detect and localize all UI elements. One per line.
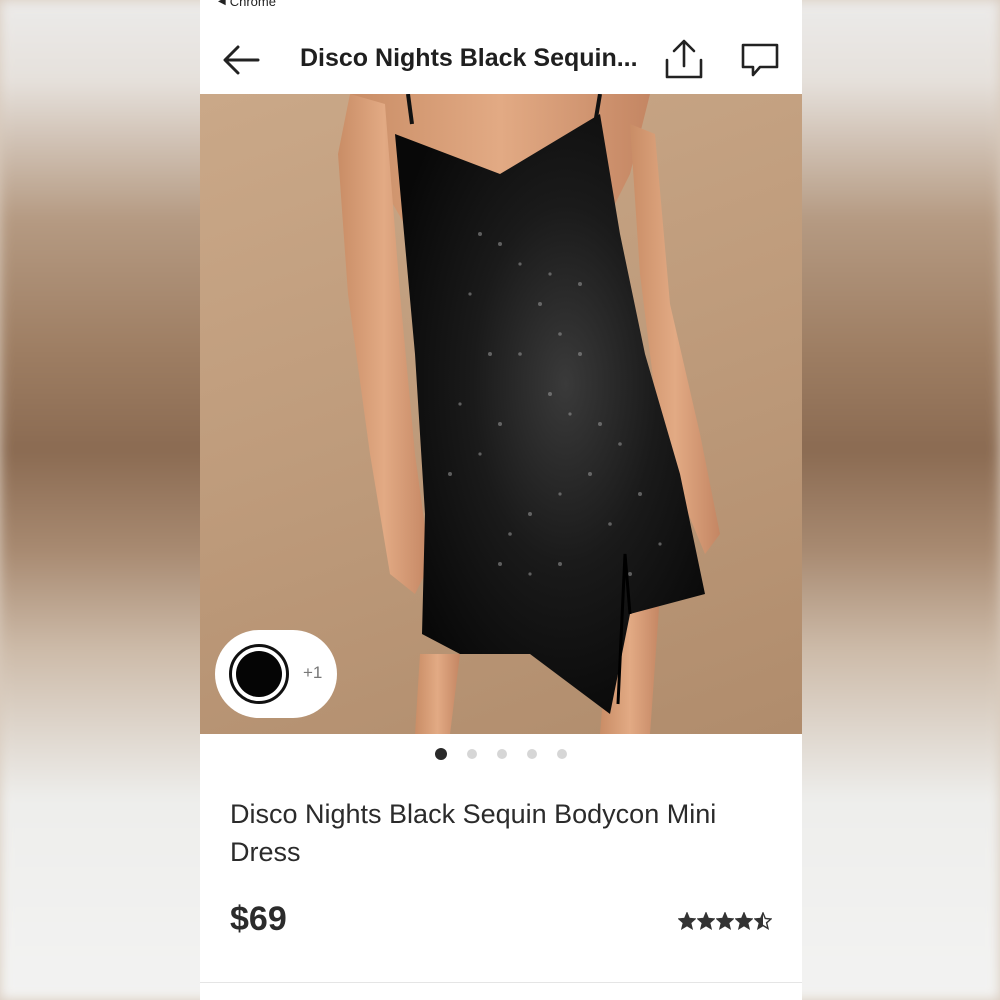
rating-stars[interactable] [678, 912, 774, 934]
star-icon [754, 912, 772, 930]
status-bar: ◀ Chrome [218, 0, 276, 10]
comment-icon [741, 43, 779, 77]
status-app-label[interactable]: Chrome [230, 0, 276, 9]
product-image[interactable]: +1 [200, 94, 802, 734]
back-to-app-icon[interactable]: ◀ [218, 0, 226, 7]
back-button[interactable] [222, 42, 262, 78]
gallery-dot[interactable] [435, 748, 447, 760]
gallery-pagination [200, 748, 802, 763]
back-arrow-icon [223, 45, 260, 75]
color-swatch-fill [236, 651, 282, 697]
top-bar: Disco Nights Black Sequin... [200, 30, 802, 92]
color-selector[interactable]: +1 [215, 630, 337, 718]
share-button[interactable] [664, 38, 704, 80]
gallery-dot[interactable] [527, 749, 537, 759]
star-icon [716, 912, 734, 930]
page-title: Disco Nights Black Sequin... [300, 44, 638, 72]
product-title: Disco Nights Black Sequin Bodycon Mini D… [230, 799, 717, 867]
gallery-dot[interactable] [557, 749, 567, 759]
product-price: $69 [230, 900, 287, 938]
star-icon [678, 912, 696, 930]
more-colors-count[interactable]: +1 [303, 663, 322, 683]
star-icon [735, 912, 753, 930]
app-screen: ◀ Chrome Disco Nights Black Sequin... +1… [200, 0, 802, 1000]
comment-button[interactable] [740, 42, 780, 78]
gallery-dot[interactable] [497, 749, 507, 759]
gallery-dot[interactable] [467, 749, 477, 759]
star-icon [697, 912, 715, 930]
divider [200, 982, 802, 983]
share-icon [665, 39, 703, 79]
color-swatch-selected[interactable] [229, 644, 289, 704]
